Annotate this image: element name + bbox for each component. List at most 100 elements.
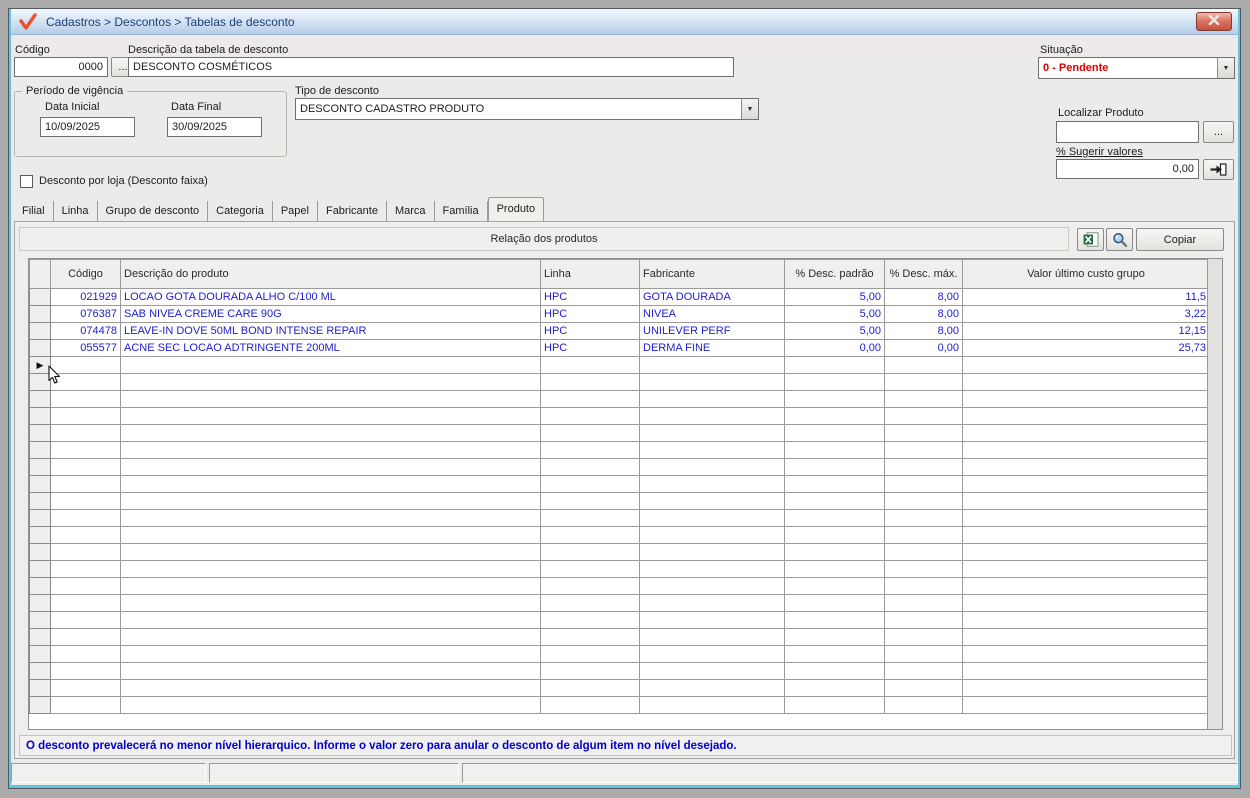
grid-cell[interactable]	[884, 594, 963, 612]
grid-cell[interactable]	[540, 696, 640, 714]
copiar-button[interactable]: Copiar	[1136, 228, 1224, 251]
row-selector-cell[interactable]	[29, 441, 51, 459]
grid-cell[interactable]	[962, 696, 1210, 714]
grid-cell[interactable]	[962, 526, 1210, 544]
grid-cell[interactable]	[884, 509, 963, 527]
grid-cell[interactable]	[784, 696, 885, 714]
grid-cell[interactable]	[639, 424, 785, 442]
grid-cell[interactable]	[120, 475, 541, 493]
grid-cell[interactable]: UNILEVER PERF	[639, 322, 785, 340]
grid-column-header-descricao-do-produto[interactable]: Descrição do produto	[120, 259, 541, 289]
grid-cell[interactable]: 021929	[50, 288, 121, 306]
grid-cell[interactable]	[639, 526, 785, 544]
chevron-down-icon[interactable]: ▼	[1217, 58, 1234, 78]
grid-cell[interactable]	[962, 611, 1210, 629]
grid-cell[interactable]	[962, 679, 1210, 697]
grid-cell[interactable]	[50, 594, 121, 612]
grid-column-header-fabricante[interactable]: Fabricante	[639, 259, 785, 289]
grid-cell[interactable]: 055577	[50, 339, 121, 357]
grid-cell[interactable]	[120, 645, 541, 663]
grid-cell[interactable]	[884, 356, 963, 374]
grid-cell[interactable]	[784, 475, 885, 493]
grid-cell[interactable]	[540, 492, 640, 510]
tab-marca[interactable]: Marca	[387, 201, 435, 221]
grid-cell[interactable]	[962, 628, 1210, 646]
grid-cell[interactable]	[884, 611, 963, 629]
grid-cell[interactable]: 5,00	[784, 322, 885, 340]
grid-cell[interactable]	[540, 662, 640, 680]
row-selector-cell[interactable]	[29, 458, 51, 476]
grid-cell[interactable]	[50, 611, 121, 629]
grid-cell[interactable]	[784, 662, 885, 680]
grid-cell[interactable]	[784, 407, 885, 425]
row-selector-cell[interactable]	[29, 288, 51, 306]
grid-cell[interactable]	[540, 560, 640, 578]
grid-cell[interactable]	[884, 543, 963, 561]
grid-cell[interactable]	[884, 526, 963, 544]
grid-cell[interactable]	[120, 492, 541, 510]
grid-cell[interactable]: 076387	[50, 305, 121, 323]
grid-cell[interactable]	[639, 475, 785, 493]
grid-cell[interactable]	[884, 407, 963, 425]
row-selector-cell[interactable]	[29, 679, 51, 697]
grid-cell[interactable]: 0,00	[784, 339, 885, 357]
tab-categoria[interactable]: Categoria	[208, 201, 273, 221]
grid-cell[interactable]	[120, 560, 541, 578]
grid-cell[interactable]	[120, 662, 541, 680]
row-selector-cell[interactable]	[29, 594, 51, 612]
grid-cell[interactable]	[784, 390, 885, 408]
grid-cell[interactable]	[50, 441, 121, 459]
row-selector-cell[interactable]	[29, 322, 51, 340]
localizar-produto-input[interactable]	[1056, 121, 1199, 143]
row-selector-cell[interactable]	[29, 475, 51, 493]
grid-cell[interactable]	[784, 628, 885, 646]
grid-cell[interactable]	[962, 594, 1210, 612]
grid-cell[interactable]	[639, 645, 785, 663]
export-excel-button[interactable]	[1077, 228, 1104, 251]
chevron-down-icon[interactable]: ▼	[741, 99, 758, 119]
grid-cell[interactable]	[639, 356, 785, 374]
grid-cell[interactable]	[120, 424, 541, 442]
grid-cell[interactable]	[962, 356, 1210, 374]
grid-cell[interactable]	[784, 611, 885, 629]
grid-cell[interactable]	[50, 492, 121, 510]
grid-cell[interactable]: 5,00	[784, 305, 885, 323]
grid-cell[interactable]	[639, 611, 785, 629]
row-selector-cell[interactable]	[29, 611, 51, 629]
grid-cell[interactable]	[962, 441, 1210, 459]
grid-cell[interactable]	[120, 543, 541, 561]
grid-cell[interactable]	[50, 390, 121, 408]
grid-cell[interactable]: 11,5	[962, 288, 1210, 306]
grid-cell[interactable]: HPC	[540, 305, 640, 323]
grid-cell[interactable]	[784, 492, 885, 510]
grid-cell[interactable]	[540, 645, 640, 663]
row-selector-cell[interactable]	[29, 492, 51, 510]
grid-cell[interactable]	[962, 662, 1210, 680]
grid-cell[interactable]	[540, 424, 640, 442]
grid-column-header-linha[interactable]: Linha	[540, 259, 640, 289]
grid-cell[interactable]	[540, 356, 640, 374]
grid-cell[interactable]	[50, 662, 121, 680]
tipo-desconto-combobox[interactable]: DESCONTO CADASTRO PRODUTO ▼	[295, 98, 759, 120]
grid-cell[interactable]	[120, 611, 541, 629]
grid-cell[interactable]	[962, 577, 1210, 595]
situacao-combobox[interactable]: 0 - Pendente ▼	[1038, 57, 1235, 79]
grid-cell[interactable]	[784, 577, 885, 595]
grid-cell[interactable]	[639, 390, 785, 408]
grid-cell[interactable]	[962, 424, 1210, 442]
grid-cell[interactable]	[120, 679, 541, 697]
row-selector-cell[interactable]	[29, 526, 51, 544]
tab-familia[interactable]: Família	[435, 201, 488, 221]
grid-cell[interactable]	[639, 662, 785, 680]
grid-cell[interactable]	[120, 373, 541, 391]
grid-cell[interactable]: 8,00	[884, 288, 963, 306]
grid-cell[interactable]	[784, 424, 885, 442]
grid-cell[interactable]	[962, 645, 1210, 663]
grid-cell[interactable]	[120, 594, 541, 612]
grid-cell[interactable]	[639, 441, 785, 459]
tab-linha[interactable]: Linha	[54, 201, 98, 221]
row-selector-cell[interactable]	[29, 543, 51, 561]
grid-cell[interactable]	[639, 407, 785, 425]
grid-cell[interactable]	[884, 645, 963, 663]
row-selector-cell[interactable]	[29, 305, 51, 323]
